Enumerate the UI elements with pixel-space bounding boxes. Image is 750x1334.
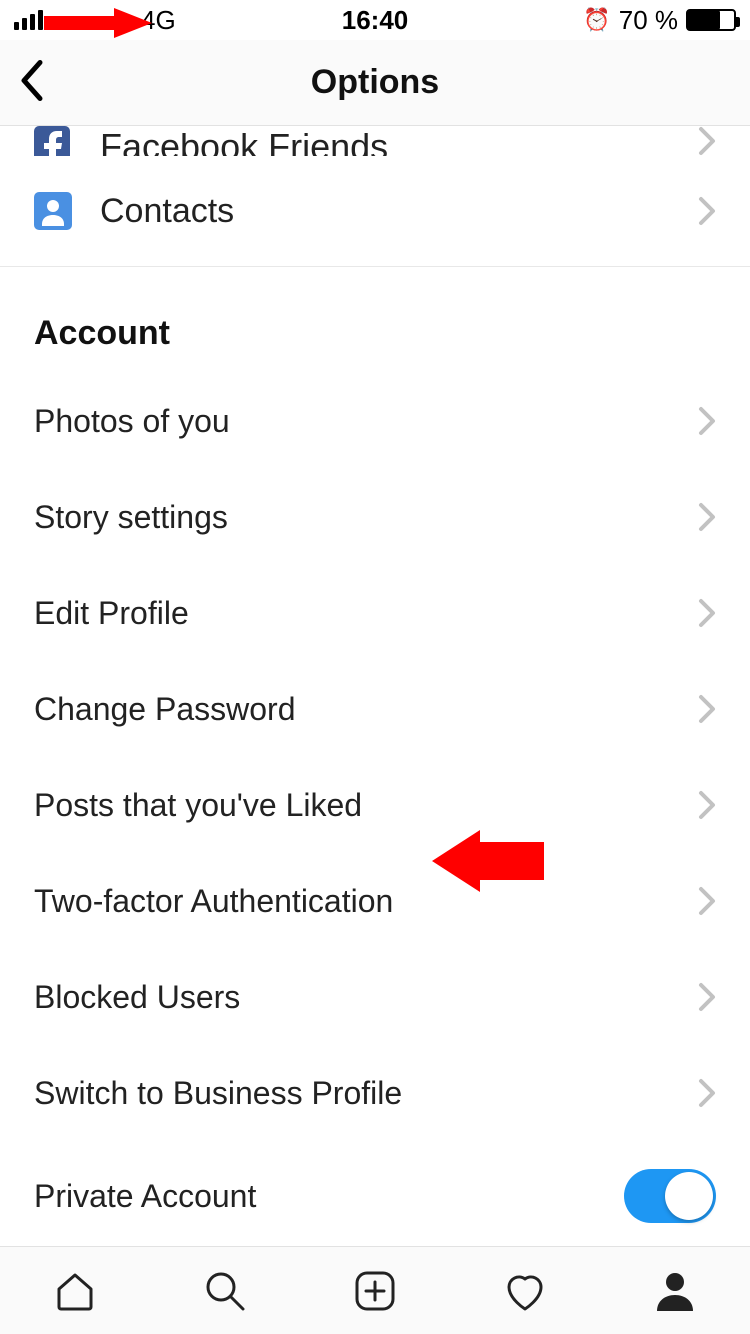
contacts-icon xyxy=(34,192,80,230)
alarm-icon: ⏰ xyxy=(583,7,610,33)
status-bar: 4G 16:40 ⏰ 70 % xyxy=(0,0,750,40)
add-icon xyxy=(351,1267,399,1315)
list-item-label: Edit Profile xyxy=(34,595,189,632)
list-item-label: Facebook Friends xyxy=(100,126,388,156)
home-icon xyxy=(51,1267,99,1315)
private-account-toggle[interactable] xyxy=(624,1169,716,1223)
list-item-two-factor-authentication[interactable]: Two-factor Authentication xyxy=(0,853,750,949)
list-item-posts-liked[interactable]: Posts that you've Liked xyxy=(0,757,750,853)
list-item-change-password[interactable]: Change Password xyxy=(0,661,750,757)
section-divider xyxy=(0,266,750,280)
navbar: Options xyxy=(0,40,750,126)
list-item-label: Change Password xyxy=(34,691,295,728)
list-item-label: Private Account xyxy=(34,1178,256,1215)
chevron-right-icon xyxy=(698,886,716,916)
list-item-private-account[interactable]: Private Account xyxy=(0,1141,750,1246)
list-item-label: Two-factor Authentication xyxy=(34,883,393,920)
list-item-label: Blocked Users xyxy=(34,979,240,1016)
clock: 16:40 xyxy=(342,5,409,36)
search-icon xyxy=(201,1267,249,1315)
back-button[interactable] xyxy=(18,58,46,107)
list-item-label: Photos of you xyxy=(34,403,230,440)
heart-icon xyxy=(501,1267,549,1315)
list-item-switch-business-profile[interactable]: Switch to Business Profile xyxy=(0,1045,750,1141)
profile-icon xyxy=(651,1267,699,1315)
list-item-photos-of-you[interactable]: Photos of you xyxy=(0,373,750,469)
signal-icon xyxy=(14,10,43,30)
facebook-icon xyxy=(34,126,80,156)
chevron-right-icon xyxy=(698,406,716,436)
list-item-label: Contacts xyxy=(100,192,234,231)
list-item-edit-profile[interactable]: Edit Profile xyxy=(0,565,750,661)
chevron-right-icon xyxy=(698,598,716,628)
tab-activity[interactable] xyxy=(495,1261,555,1321)
list-item-label: Switch to Business Profile xyxy=(34,1075,402,1112)
chevron-right-icon xyxy=(698,126,716,156)
battery-icon xyxy=(686,9,736,31)
chevron-right-icon xyxy=(698,790,716,820)
chevron-right-icon xyxy=(698,1078,716,1108)
list-item-facebook-friends[interactable]: Facebook Friends xyxy=(0,126,750,156)
tab-bar xyxy=(0,1246,750,1334)
list-item-blocked-users[interactable]: Blocked Users xyxy=(0,949,750,1045)
chevron-right-icon xyxy=(698,196,716,226)
settings-list: Facebook Friends Contacts Account Photos… xyxy=(0,126,750,1246)
chevron-right-icon xyxy=(698,694,716,724)
section-header-account: Account xyxy=(0,280,750,373)
list-item-label: Posts that you've Liked xyxy=(34,787,362,824)
chevron-right-icon xyxy=(698,502,716,532)
list-item-contacts[interactable]: Contacts xyxy=(0,156,750,266)
chevron-right-icon xyxy=(698,982,716,1012)
list-item-story-settings[interactable]: Story settings xyxy=(0,469,750,565)
tab-home[interactable] xyxy=(45,1261,105,1321)
tab-profile[interactable] xyxy=(645,1261,705,1321)
list-item-label: Story settings xyxy=(34,499,228,536)
tab-add-post[interactable] xyxy=(345,1261,405,1321)
battery-text: 70 % xyxy=(619,5,678,36)
network-label: 4G xyxy=(141,5,176,36)
page-title: Options xyxy=(311,63,439,102)
tab-search[interactable] xyxy=(195,1261,255,1321)
